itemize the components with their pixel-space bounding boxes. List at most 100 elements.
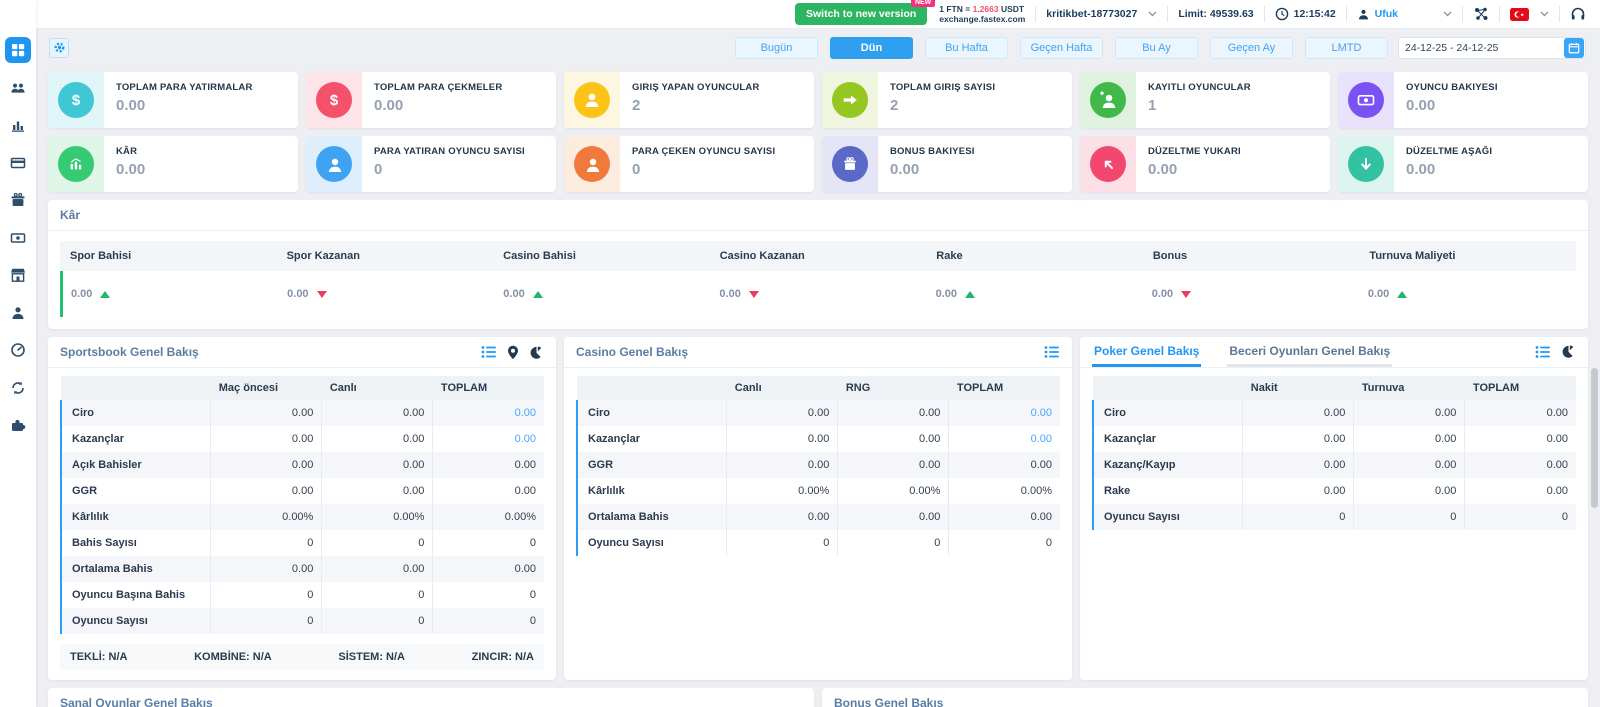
stat-value: 1 bbox=[1148, 97, 1251, 114]
stat-value: 0.00 bbox=[116, 161, 145, 178]
pie-chart-icon[interactable] bbox=[529, 345, 544, 360]
table-row: Oyuncu Başına Bahis000 bbox=[61, 582, 544, 608]
gauge-icon bbox=[10, 342, 26, 358]
stat-value: 2 bbox=[890, 97, 995, 114]
map-pin-icon[interactable] bbox=[507, 345, 519, 360]
switch-to-new-version-button[interactable]: Switch to new version NEW bbox=[795, 3, 927, 25]
sidebar-item-shop[interactable] bbox=[5, 262, 31, 288]
list-view-icon[interactable] bbox=[1535, 345, 1551, 367]
table-row: Açık Bahisler0.000.000.00 bbox=[61, 452, 544, 478]
calendar-icon[interactable] bbox=[1564, 38, 1584, 58]
stat-card: KAYITLI OYUNCULAR 1 bbox=[1080, 72, 1330, 128]
tab-gecen-hafta[interactable]: Geçen Hafta bbox=[1020, 37, 1103, 59]
tab-bu-hafta[interactable]: Bu Hafta bbox=[925, 37, 1008, 59]
tab-dun[interactable]: Dün bbox=[830, 37, 913, 59]
tab-poker-overview[interactable]: Poker Genel Bakış bbox=[1092, 344, 1201, 367]
stat-value: 0.00 bbox=[116, 97, 253, 114]
trend-icon bbox=[1181, 291, 1191, 298]
switch-button-label: Switch to new version bbox=[806, 8, 916, 20]
table-row: Ortalama Bahis0.000.000.00 bbox=[61, 556, 544, 582]
sidebar-item-sync[interactable] bbox=[5, 375, 31, 401]
divider bbox=[1499, 6, 1500, 22]
stat-label: KAYITLI OYUNCULAR bbox=[1148, 82, 1251, 93]
depositing-players-icon: ↓ bbox=[316, 146, 352, 182]
sidebar-item-reports[interactable] bbox=[5, 112, 31, 138]
row-label: GGR bbox=[577, 452, 727, 478]
table-row: Kârlılık0.00%0.00%0.00% bbox=[61, 504, 544, 530]
profit-value: 0.00 bbox=[719, 288, 740, 300]
user-dropdown[interactable]: Ufuk bbox=[1357, 8, 1452, 21]
stat-cards-row-1: $↓ TOPLAM PARA YATIRMALAR0.00 $↑ TOPLAM … bbox=[36, 66, 1600, 128]
account-dropdown[interactable]: kritikbet-18773027 bbox=[1046, 8, 1157, 20]
column-header: Casino Kazanan bbox=[710, 250, 927, 262]
tab-bugun[interactable]: Bugün bbox=[735, 37, 818, 59]
stat-value: 0.00 bbox=[1406, 161, 1492, 178]
support-headset-icon[interactable] bbox=[1570, 6, 1586, 22]
dashboard-settings-button[interactable] bbox=[49, 38, 69, 58]
column-header: Casino Bahisi bbox=[493, 250, 710, 262]
table-row: Kazançlar0.000.000.00 bbox=[61, 426, 544, 452]
panel-header: Sportsbook Genel Bakış bbox=[48, 337, 556, 368]
row-label: Ciro bbox=[577, 400, 727, 426]
column-header: Spor Bahisi bbox=[60, 250, 277, 262]
sidebar-item-bonuses[interactable] bbox=[5, 187, 31, 213]
scrollbar-thumb[interactable] bbox=[1591, 368, 1598, 508]
sidebar-item-cashdesk[interactable] bbox=[5, 225, 31, 251]
stat-value: 0.00 bbox=[1406, 97, 1498, 114]
total-logins-icon bbox=[832, 82, 868, 118]
rate-value: 1.2663 bbox=[973, 4, 999, 14]
network-icon[interactable] bbox=[1473, 6, 1489, 22]
panel-title: Kâr bbox=[60, 208, 80, 222]
limit-value: Limit: 49539.63 bbox=[1178, 8, 1253, 20]
puzzle-icon bbox=[10, 417, 26, 433]
sidebar-item-plugins[interactable] bbox=[5, 412, 31, 438]
person-icon bbox=[10, 305, 26, 321]
stat-value: 0.00 bbox=[1148, 161, 1241, 178]
row-label: Oyuncu Sayısı bbox=[61, 608, 211, 634]
chevron-down-icon bbox=[1540, 11, 1549, 17]
row-label: Kazançlar bbox=[1093, 426, 1243, 452]
column-header: RNG bbox=[838, 376, 949, 400]
divider bbox=[1462, 6, 1463, 22]
sidebar-item-payments[interactable] bbox=[5, 150, 31, 176]
stat-icon-wrap bbox=[1338, 72, 1394, 128]
stat-card: ↓ PARA YATIRAN OYUNCU SAYISI0 bbox=[306, 136, 556, 192]
column-header: TOPLAM bbox=[949, 376, 1060, 400]
list-view-icon[interactable] bbox=[481, 345, 497, 359]
tab-lmtd[interactable]: LMTD bbox=[1305, 37, 1388, 59]
stat-card: TOPLAM GIRIŞ SAYISI2 bbox=[822, 72, 1072, 128]
tab-gecen-ay[interactable]: Geçen Ay bbox=[1210, 37, 1293, 59]
tab-skill-games-overview[interactable]: Beceri Oyunları Genel Bakış bbox=[1227, 344, 1392, 367]
list-view-icon[interactable] bbox=[1044, 345, 1060, 359]
stat-value: 0.00 bbox=[374, 97, 502, 114]
stat-cards-row-2: KÂR0.00 ↓ PARA YATIRAN OYUNCU SAYISI0 ↑ … bbox=[36, 128, 1600, 192]
table-row: Kârlılık0.00%0.00%0.00% bbox=[577, 478, 1060, 504]
stat-icon-wrap: ↓ bbox=[306, 136, 362, 192]
stat-icon-wrap bbox=[564, 72, 620, 128]
column-header bbox=[1093, 376, 1243, 400]
pie-chart-icon[interactable] bbox=[1561, 344, 1576, 367]
summary-item: KOMBİNE: N/A bbox=[194, 651, 272, 663]
column-header: Nakit bbox=[1243, 376, 1354, 400]
row-label: Oyuncu Sayısı bbox=[577, 530, 727, 556]
tab-bu-ay[interactable]: Bu Ay bbox=[1115, 37, 1198, 59]
profit-column-headers: Spor Bahisi Spor Kazanan Casino Bahisi C… bbox=[60, 241, 1576, 271]
sidebar-item-gauge[interactable] bbox=[5, 337, 31, 363]
stat-label: BONUS BAKIYESI bbox=[890, 146, 975, 157]
new-badge: NEW bbox=[911, 0, 935, 7]
rate-prefix: 1 FTN = bbox=[939, 4, 972, 14]
sidebar-item-dashboard[interactable] bbox=[5, 37, 31, 63]
row-label: Kazançlar bbox=[577, 426, 727, 452]
stat-label: GIRIŞ YAPAN OYUNCULAR bbox=[632, 82, 760, 93]
sidebar-item-account[interactable] bbox=[5, 300, 31, 326]
language-dropdown[interactable] bbox=[1510, 8, 1549, 21]
trend-icon bbox=[1397, 291, 1407, 298]
date-range-input[interactable] bbox=[1399, 42, 1564, 54]
virtual-games-panel: Sanal Oyunlar Genel Bakış bbox=[48, 688, 814, 707]
gear-icon bbox=[53, 41, 66, 54]
sidebar-item-players[interactable] bbox=[5, 75, 31, 101]
table-row: Kazanç/Kayıp0.000.000.00 bbox=[1093, 452, 1576, 478]
column-header: Bonus bbox=[1143, 250, 1360, 262]
column-header bbox=[577, 376, 727, 400]
stat-icon-wrap bbox=[1080, 72, 1136, 128]
